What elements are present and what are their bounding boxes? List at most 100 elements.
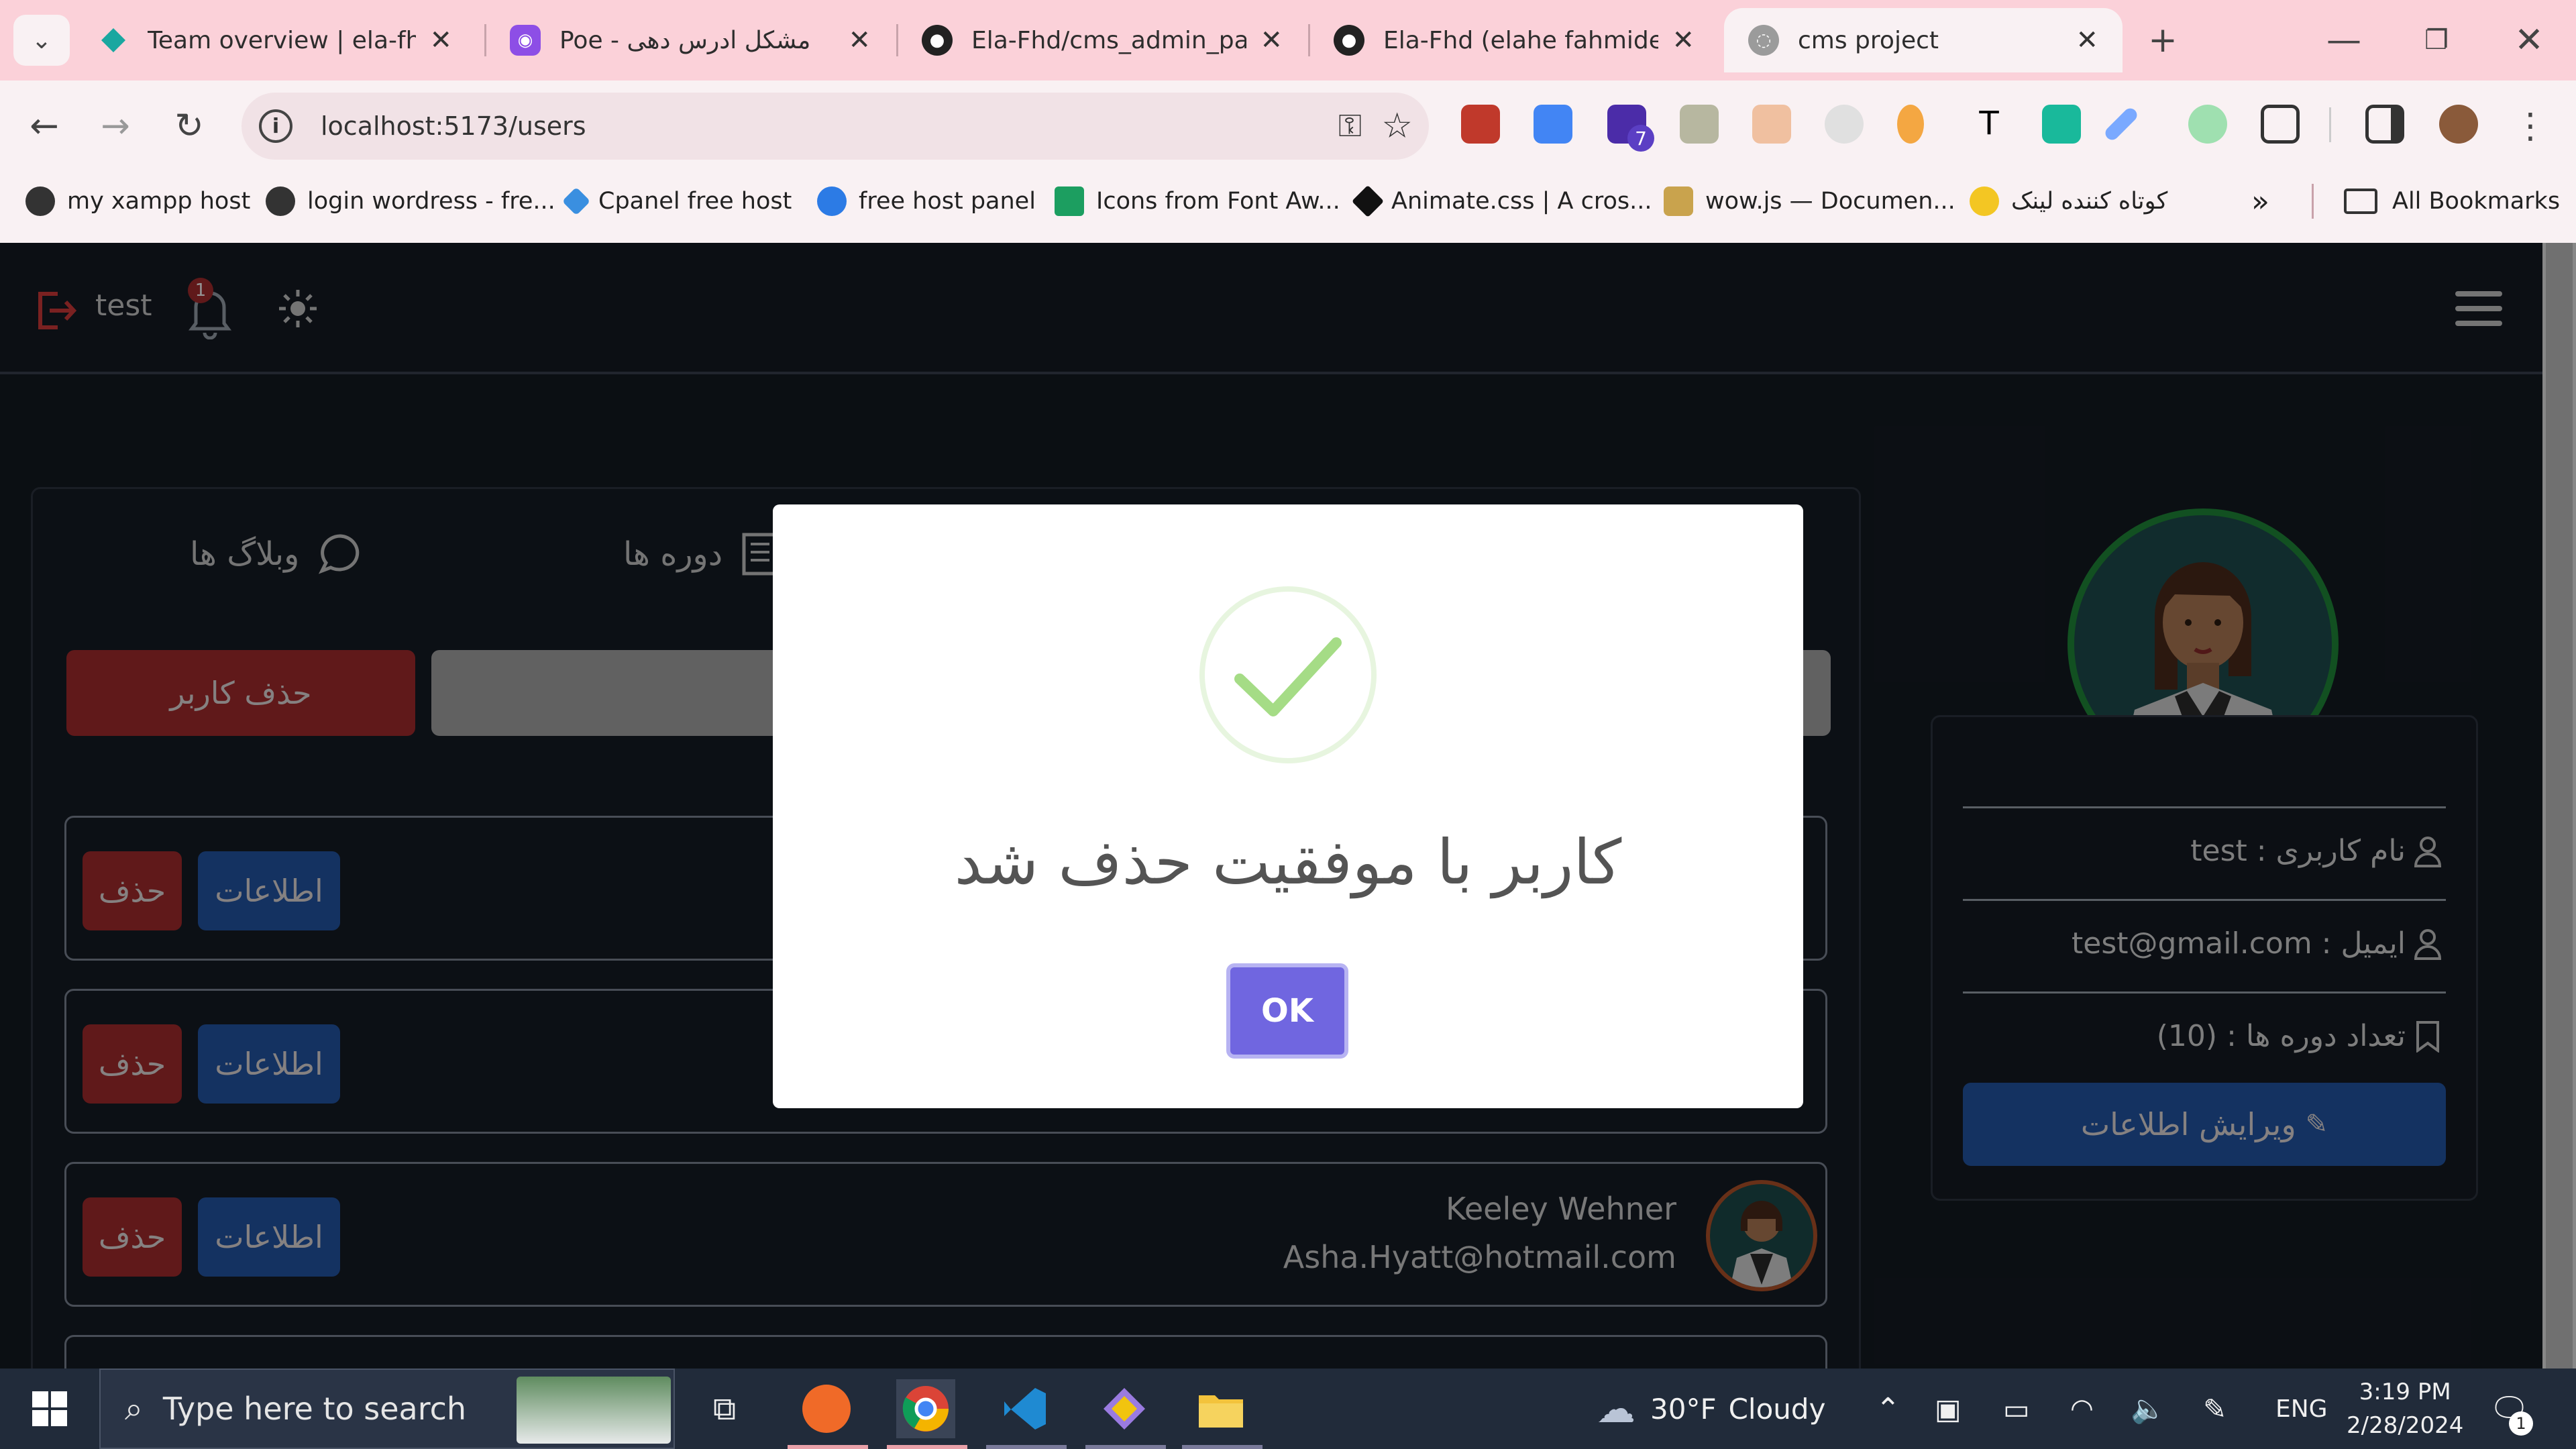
success-dialog: کاربر با موفقیت حذف شد OK xyxy=(773,504,1803,1108)
extension-icon[interactable]: 7 xyxy=(1607,105,1654,152)
bookmark-item[interactable]: Animate.css | A cros... xyxy=(1351,180,1652,223)
tab-cms-project[interactable]: ◌ cms project ✕ xyxy=(1724,8,2123,72)
taskbar-search[interactable]: ⌕ Type here to search xyxy=(99,1368,675,1449)
windows-start-icon[interactable] xyxy=(20,1379,79,1438)
search-highlight-image xyxy=(517,1377,671,1444)
bookmark-star-icon[interactable]: ☆ xyxy=(1381,106,1413,146)
doge-icon xyxy=(1664,186,1693,216)
close-window-button[interactable]: ✕ xyxy=(2504,15,2555,66)
success-check-icon xyxy=(1198,585,1378,765)
tab-cms-admin-panel[interactable]: ● Ela-Fhd/cms_admin_pane ✕ xyxy=(898,8,1307,72)
globe-icon xyxy=(266,186,295,216)
w3-icon xyxy=(1055,186,1084,216)
extension-icon[interactable]: T xyxy=(1970,105,2008,144)
meet-now-icon[interactable]: ▣ xyxy=(1935,1368,1962,1449)
reload-button[interactable]: ↻ xyxy=(164,101,215,152)
notification-center-icon[interactable]: 🗨 1 xyxy=(2489,1368,2533,1449)
tab-label: cms project xyxy=(1798,26,1939,54)
extensions-puzzle-icon[interactable] xyxy=(2261,105,2300,144)
minimize-button[interactable]: — xyxy=(2318,15,2369,66)
chrome-icon[interactable] xyxy=(896,1379,955,1438)
battery-icon[interactable]: ▭ xyxy=(2003,1368,2030,1449)
windows-taskbar: ⌕ Type here to search ⧉ ☁ 30°F Cloudy ⌃ … xyxy=(0,1368,2576,1449)
bookmark-item[interactable]: login wordress - fre... xyxy=(266,180,555,223)
ok-button[interactable]: OK xyxy=(1226,963,1348,1059)
bookmark-item[interactable]: Icons from Font Aw... xyxy=(1055,180,1340,223)
extension-icon[interactable] xyxy=(1680,105,1719,144)
browser-chrome: ⌄ Team overview | ela-fhd | ✕ ◉ Poe - مش… xyxy=(0,0,2576,243)
volume-icon[interactable]: 🔈 xyxy=(2131,1368,2165,1449)
close-tab-icon[interactable]: ✕ xyxy=(1672,25,1695,56)
tab-team-overview[interactable]: Team overview | ela-fhd | ✕ xyxy=(74,8,476,72)
pen-workspace-icon[interactable]: ✎ xyxy=(2203,1368,2226,1449)
back-button[interactable]: ← xyxy=(19,101,70,152)
tab-github-profile[interactable]: ● Ela-Fhd (elahe fahmideh) ✕ xyxy=(1309,8,1719,72)
github-icon: ● xyxy=(922,25,953,56)
diamond-icon xyxy=(98,25,129,56)
bookmark-item[interactable]: my xampp host xyxy=(25,180,250,223)
tab-label: Ela-Fhd (elahe fahmideh) xyxy=(1383,26,1659,54)
side-panel-icon[interactable] xyxy=(2365,105,2404,144)
active-app-indicator xyxy=(1182,1445,1263,1449)
search-placeholder: Type here to search xyxy=(162,1391,467,1427)
bookmark-divider xyxy=(2312,184,2314,219)
extension-icon[interactable] xyxy=(2188,105,2227,144)
extension-icon[interactable] xyxy=(1461,105,1500,144)
tab-label: Poe - مشکل ادرس دهی xyxy=(559,26,811,54)
active-app-indicator xyxy=(788,1445,868,1449)
close-tab-icon[interactable]: ✕ xyxy=(1260,25,1283,56)
show-hidden-icons-icon[interactable]: ⌃ xyxy=(1876,1368,1900,1449)
all-bookmarks[interactable]: All Bookmarks xyxy=(2344,180,2560,223)
address-bar[interactable]: i localhost:5173/users ⚿ ☆ xyxy=(241,93,1429,160)
dialog-title: کاربر با موفقیت حذف شد xyxy=(954,826,1622,898)
cloud-icon: ☁ xyxy=(1597,1386,1635,1432)
weather-widget[interactable]: ☁ 30°F Cloudy xyxy=(1597,1368,1825,1449)
extension-icon[interactable] xyxy=(1897,105,1924,144)
profile-avatar-icon[interactable] xyxy=(2439,105,2478,144)
wifi-icon[interactable]: ◠ xyxy=(2070,1368,2094,1449)
bookmark-item[interactable]: کوتاه کننده لینک xyxy=(1970,180,2167,223)
more-bookmarks-icon[interactable]: » xyxy=(2251,180,2269,223)
bookmark-item[interactable]: Cpanel free host xyxy=(561,180,792,223)
task-view-icon[interactable]: ⧉ xyxy=(695,1379,754,1438)
git-app-icon[interactable] xyxy=(1095,1379,1154,1438)
github-icon: ● xyxy=(1334,25,1364,56)
url-text[interactable]: localhost:5173/users xyxy=(321,111,586,141)
close-tab-icon[interactable]: ✕ xyxy=(848,25,871,56)
scissors-icon xyxy=(1970,186,1999,216)
tab-label: Ela-Fhd/cms_admin_pane xyxy=(971,26,1247,54)
tab-search-button[interactable]: ⌄ xyxy=(13,15,70,66)
browser-menu-icon[interactable]: ⋮ xyxy=(2505,101,2556,152)
poe-icon: ◉ xyxy=(510,25,541,56)
animate-css-icon xyxy=(1351,184,1385,218)
language-indicator[interactable]: ENG xyxy=(2275,1368,2328,1449)
active-app-indicator xyxy=(1085,1445,1166,1449)
notification-center-badge: 1 xyxy=(2509,1411,2533,1436)
bookmark-item[interactable]: wow.js — Documen... xyxy=(1664,180,1955,223)
globe-icon xyxy=(25,186,55,216)
extension-icon[interactable] xyxy=(2042,105,2081,144)
active-app-indicator xyxy=(887,1445,967,1449)
clock[interactable]: 3:19 PM 2/28/2024 xyxy=(2347,1368,2463,1449)
bookmark-item[interactable]: free host panel xyxy=(817,180,1036,223)
restore-button[interactable]: ❐ xyxy=(2411,15,2462,66)
pen-app-icon[interactable] xyxy=(797,1379,856,1438)
tab-label: Team overview | ela-fhd | xyxy=(148,26,417,54)
password-key-icon[interactable]: ⚿ xyxy=(1338,107,1362,145)
tab-poe[interactable]: ◉ Poe - مشکل ادرس دهی ✕ xyxy=(486,8,895,72)
host-panel-icon xyxy=(817,186,847,216)
file-explorer-icon[interactable] xyxy=(1191,1379,1250,1438)
forward-button[interactable]: → xyxy=(90,101,141,152)
close-tab-icon[interactable]: ✕ xyxy=(2076,25,2098,56)
google-translate-icon[interactable] xyxy=(1534,105,1572,144)
extension-icon[interactable] xyxy=(1752,105,1791,144)
globe-icon: ◌ xyxy=(1748,25,1779,56)
extension-icon[interactable] xyxy=(1825,105,1864,144)
close-tab-icon[interactable]: ✕ xyxy=(429,25,452,56)
vscode-icon[interactable] xyxy=(996,1379,1055,1438)
extension-badge: 7 xyxy=(1627,125,1654,152)
folder-icon xyxy=(2344,189,2377,214)
cpanel-icon xyxy=(561,186,591,216)
site-info-icon[interactable]: i xyxy=(259,109,292,143)
new-tab-button[interactable]: + xyxy=(2137,15,2188,66)
